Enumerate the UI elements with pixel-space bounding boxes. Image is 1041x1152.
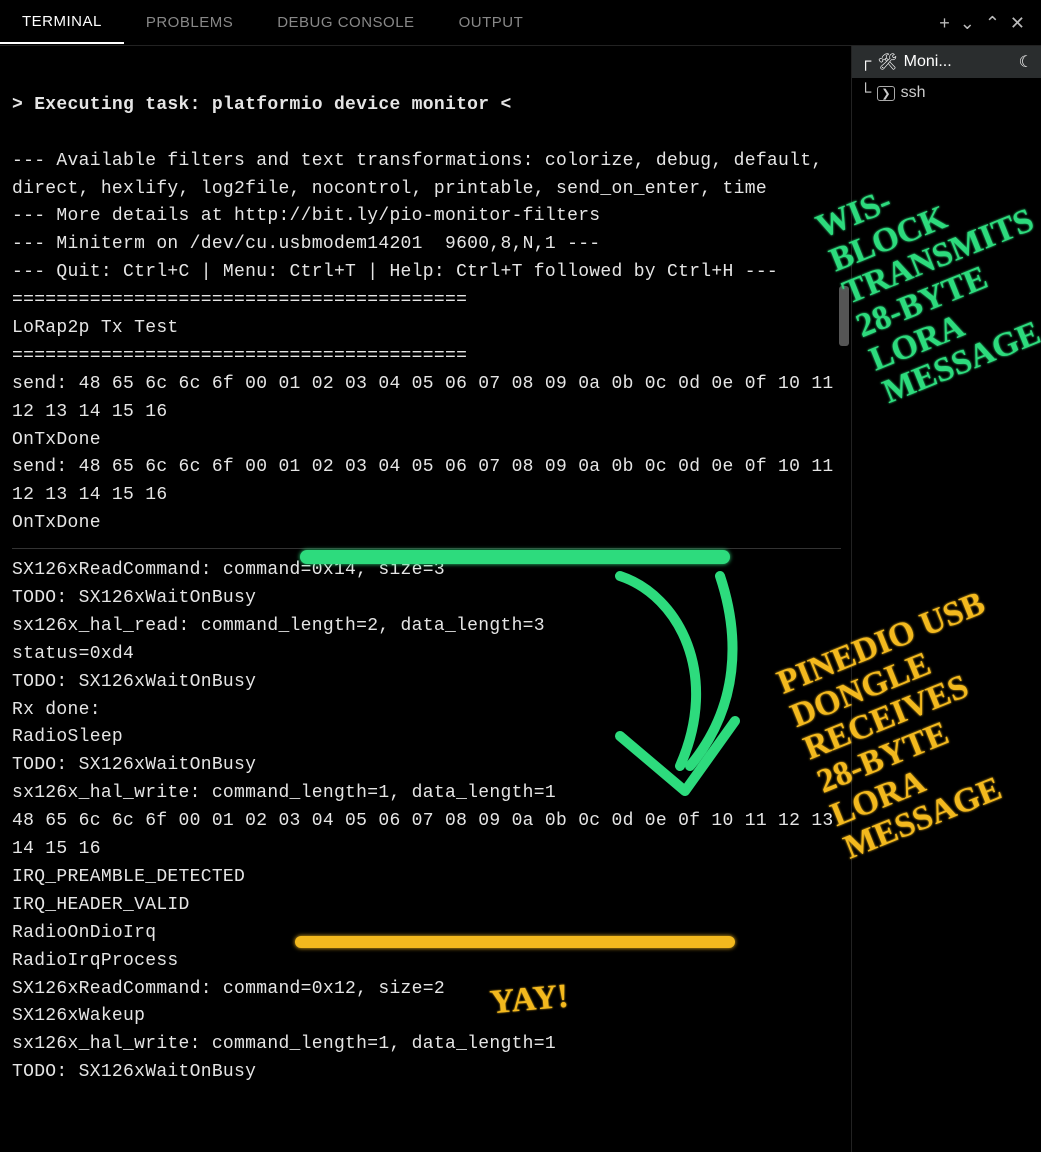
terminal-viewport[interactable]: > Executing task: platformio device moni… — [0, 46, 851, 1152]
terminal-list-sidebar: ┌ 🛠 Moni... ☾ └ ❯ ssh WIS- BLOCK TRANSMI… — [851, 46, 1041, 1152]
term-line: --- Available filters and text transform… — [12, 151, 834, 199]
tab-debug-console[interactable]: DEBUG CONSOLE — [255, 2, 436, 43]
term-line: sx126x_hal_write: command_length=1, data… — [12, 1034, 556, 1054]
term-line: RadioSleep — [12, 727, 123, 747]
moon-icon: ☾ — [1019, 52, 1033, 72]
terminal-list-item-monitor[interactable]: ┌ 🛠 Moni... ☾ — [852, 46, 1041, 78]
tree-branch-icon: └ — [860, 84, 871, 102]
task-exec-line: > Executing task: platformio device moni… — [12, 95, 512, 115]
term-line: RadioIrqProcess — [12, 951, 179, 971]
annotation-green-underline — [300, 550, 730, 564]
tab-output[interactable]: OUTPUT — [437, 2, 546, 43]
scrollbar-thumb[interactable] — [839, 286, 849, 346]
terminal-list-label: ssh — [901, 84, 926, 102]
term-line: send: 48 65 6c 6c 6f 00 01 02 03 04 05 0… — [12, 457, 845, 505]
term-line: IRQ_PREAMBLE_DETECTED — [12, 867, 245, 887]
term-line: TODO: SX126xWaitOnBusy — [12, 1062, 256, 1082]
term-line: status=0xd4 — [12, 644, 134, 664]
term-line: send: 48 65 6c 6c 6f 00 01 02 03 04 05 0… — [12, 374, 845, 422]
tab-terminal[interactable]: TERMINAL — [0, 1, 124, 44]
terminal-profile-dropdown-icon[interactable]: ⌄ — [960, 14, 975, 32]
term-line: --- Quit: Ctrl+C | Menu: Ctrl+T | Help: … — [12, 262, 778, 282]
terminal-icon: ❯ — [877, 86, 894, 101]
term-line: --- More details at http://bit.ly/pio-mo… — [12, 206, 600, 226]
term-line: TODO: SX126xWaitOnBusy — [12, 588, 256, 608]
term-line: OnTxDone — [12, 430, 101, 450]
panel-toolbar: + ⌄ ⌃ ✕ — [939, 14, 1031, 32]
term-line: LoRap2p Tx Test — [12, 318, 179, 338]
term-line: SX126xReadCommand: command=0x12, size=2 — [12, 979, 445, 999]
term-line: 48 65 6c 6c 6f 00 01 02 03 04 05 06 07 0… — [12, 811, 845, 859]
term-line: RadioOnDioIrq — [12, 923, 156, 943]
annotation-yellow-underline — [295, 936, 735, 948]
panel-tabbar: TERMINAL PROBLEMS DEBUG CONSOLE OUTPUT +… — [0, 0, 1041, 46]
terminal-list-label: Moni... — [904, 53, 952, 71]
terminal-list-item-ssh[interactable]: └ ❯ ssh — [852, 78, 1041, 108]
term-line: sx126x_hal_read: command_length=2, data_… — [12, 616, 545, 636]
term-line: --- Miniterm on /dev/cu.usbmodem14201 96… — [12, 234, 600, 254]
term-line: TODO: SX126xWaitOnBusy — [12, 672, 256, 692]
term-line: IRQ_HEADER_VALID — [12, 895, 190, 915]
terminal-output: > Executing task: platformio device moni… — [0, 46, 851, 1125]
maximize-panel-icon[interactable]: ⌃ — [985, 14, 1000, 32]
term-line: OnTxDone — [12, 513, 101, 533]
split-divider[interactable] — [12, 548, 841, 549]
term-line: Rx done: — [12, 700, 101, 720]
tab-problems[interactable]: PROBLEMS — [124, 2, 255, 43]
term-line: sx126x_hal_write: command_length=1, data… — [12, 783, 556, 803]
tree-branch-icon: ┌ — [860, 53, 871, 71]
term-line: ========================================… — [12, 290, 467, 310]
close-panel-icon[interactable]: ✕ — [1010, 14, 1025, 32]
term-line: TODO: SX126xWaitOnBusy — [12, 755, 256, 775]
tools-icon: 🛠 — [877, 52, 897, 72]
term-line: SX126xWakeup — [12, 1006, 145, 1026]
term-line: ========================================… — [12, 346, 467, 366]
new-terminal-button[interactable]: + — [939, 14, 950, 32]
